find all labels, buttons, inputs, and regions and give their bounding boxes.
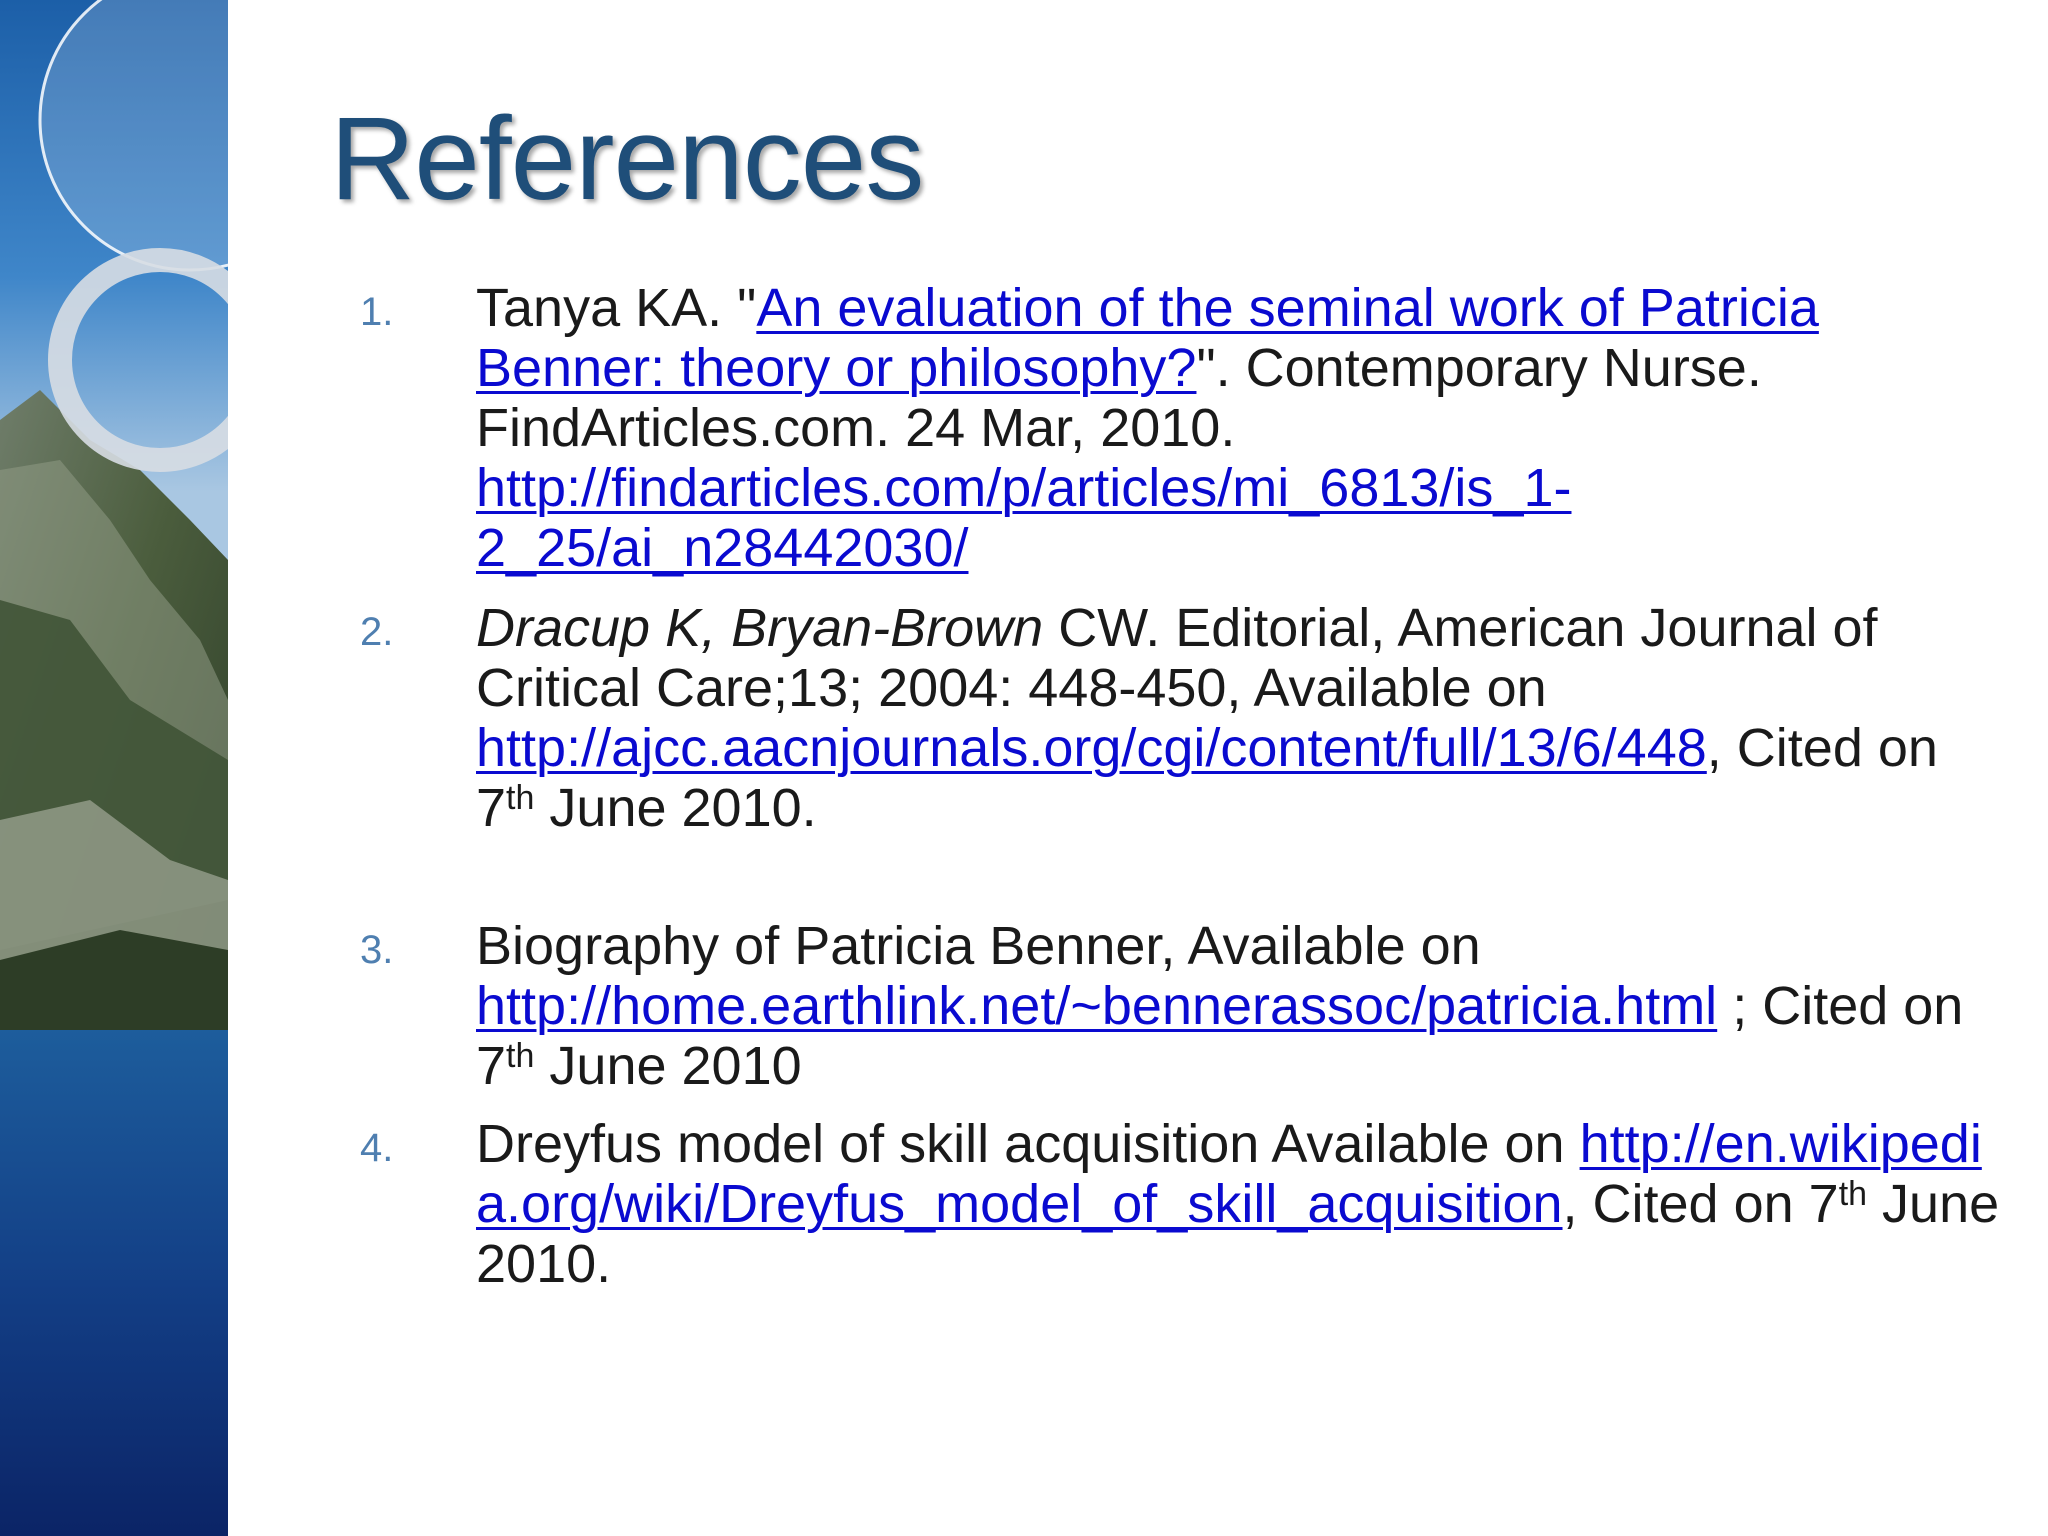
- reference-item-3: 3. Biography of Patricia Benner, Availab…: [360, 916, 2000, 1096]
- mountain-lake-image: [0, 0, 228, 1536]
- reference-author: Tanya KA. ": [476, 278, 757, 338]
- reference-url-link[interactable]: http://ajcc.aacnjournals.org/cgi/content…: [476, 718, 1707, 778]
- reference-item-2: 2. Dracup K, Bryan-Brown CW. Editorial, …: [360, 598, 2000, 838]
- reference-cited-date: June 2010.: [534, 778, 817, 838]
- reference-item-1: 1. Tanya KA. "An evaluation of the semin…: [360, 278, 2000, 578]
- reference-number: 1.: [360, 290, 394, 334]
- reference-cited-sup: th: [506, 1037, 535, 1075]
- reference-cited-date: June 2010: [534, 1036, 802, 1096]
- reference-url-link[interactable]: http://findarticles.com/p/articles/mi_68…: [476, 458, 1571, 578]
- reference-cited-sup: th: [1838, 1175, 1868, 1213]
- reference-source: Biography of Patricia Benner, Available …: [476, 916, 1481, 976]
- reference-item-4: 4. Dreyfus model of skill acquisition Av…: [360, 1114, 2000, 1294]
- decorative-landscape-band: [0, 0, 228, 1536]
- reference-authors: Dracup K, Bryan-Brown: [476, 598, 1044, 658]
- reference-list: 1. Tanya KA. "An evaluation of the semin…: [360, 278, 2000, 1294]
- reference-cited-sup: th: [506, 779, 535, 817]
- reference-url-link[interactable]: http://home.earthlink.net/~bennerassoc/p…: [476, 976, 1717, 1036]
- reference-number: 2.: [360, 610, 394, 654]
- reference-number: 3.: [360, 928, 394, 972]
- slide-title: References: [330, 93, 924, 225]
- slide: References 1. Tanya KA. "An evaluation o…: [0, 0, 2048, 1536]
- reference-cited: , Cited on 7: [1562, 1174, 1839, 1234]
- reference-source: Dreyfus model of skill acquisition Avail…: [476, 1114, 1580, 1174]
- reference-number: 4.: [360, 1126, 394, 1170]
